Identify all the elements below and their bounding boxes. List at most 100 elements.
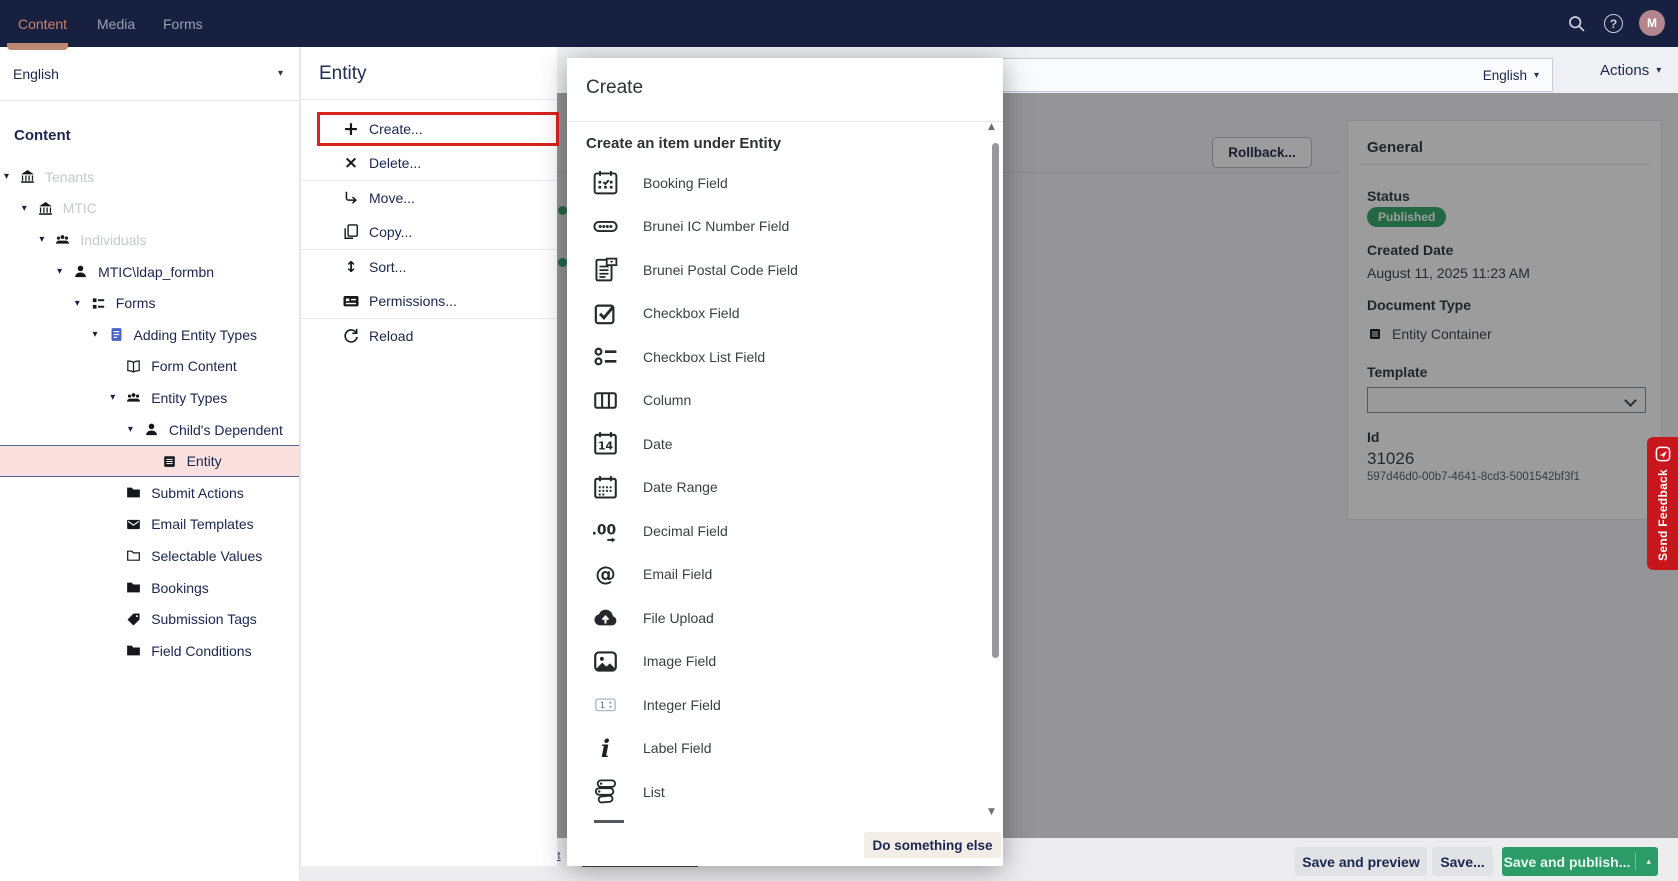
tree-item-bookings[interactable]: Bookings xyxy=(0,572,299,604)
tree-item-selectable-values[interactable]: Selectable Values xyxy=(0,540,299,572)
create-item-date[interactable]: 14Date xyxy=(567,422,1003,465)
tree-caret-icon[interactable]: ▾ xyxy=(75,298,90,309)
tree-item-label: MTIC\ldap_formbn xyxy=(98,264,214,280)
tag-icon xyxy=(125,611,142,628)
menu-item-label: Move... xyxy=(369,190,415,206)
tree-item-submit-actions[interactable]: Submit Actions xyxy=(0,477,299,509)
permissions-icon xyxy=(341,291,361,311)
menu-item-copy[interactable]: Copy... xyxy=(301,215,557,249)
copy-icon xyxy=(341,222,361,242)
umbraco-backoffice: ? M Content Media Forms English ▾ Actions … xyxy=(0,0,1678,881)
document-icon xyxy=(108,326,125,343)
user-avatar[interactable]: M xyxy=(1639,10,1665,36)
tree-item-adding-entity-types[interactable]: ▾Adding Entity Types xyxy=(0,319,299,351)
create-item-email-field[interactable]: @Email Field xyxy=(567,553,1003,596)
create-item-label-field[interactable]: iLabel Field xyxy=(567,727,1003,770)
italic-i-icon: i xyxy=(591,734,620,763)
create-item-label: Email Field xyxy=(643,566,712,582)
create-item-integer-field[interactable]: 1Integer Field xyxy=(567,683,1003,726)
tree-item-label: Submission Tags xyxy=(151,611,257,627)
create-item-decimal-field[interactable]: .00Decimal Field xyxy=(567,509,1003,552)
tree-item-individuals[interactable]: ▾Individuals xyxy=(0,224,299,256)
context-menu-group: +Create...×Delete... xyxy=(301,112,557,180)
tree-item-form-content[interactable]: Form Content xyxy=(0,351,299,383)
tree-caret-icon[interactable]: ▾ xyxy=(110,392,125,403)
variant-language-selector[interactable]: English ▾ xyxy=(1483,68,1552,83)
save-button[interactable]: Save... xyxy=(1432,847,1493,876)
menu-item-reload[interactable]: Reload xyxy=(301,319,557,353)
create-item-checkbox-list-field[interactable]: Checkbox List Field xyxy=(567,335,1003,378)
menu-item-move[interactable]: Move... xyxy=(301,181,557,215)
create-item-date-range[interactable]: Date Range xyxy=(567,466,1003,509)
decimal-icon: .00 xyxy=(591,516,620,545)
active-tab-indicator xyxy=(7,43,68,50)
tree-caret-icon[interactable]: ▾ xyxy=(128,424,143,435)
send-feedback-tab[interactable]: Send Feedback xyxy=(1647,437,1678,570)
scroll-up-icon[interactable]: ▲ xyxy=(988,122,995,132)
tree-caret-icon[interactable]: ▾ xyxy=(22,203,37,214)
chevron-down-icon: ▾ xyxy=(278,68,283,79)
top-nav: ? M Content Media Forms xyxy=(0,0,1678,47)
tree-item-label: Tenants xyxy=(45,169,94,185)
tree-item-label: Email Templates xyxy=(151,516,253,532)
tree-item-entity[interactable]: Entity xyxy=(0,445,299,477)
menu-item-permissions[interactable]: Permissions... xyxy=(301,284,557,318)
save-and-publish-button[interactable]: Save and publish...▴ xyxy=(1502,847,1658,876)
user-icon xyxy=(143,421,160,438)
tree-caret-icon[interactable]: ▾ xyxy=(4,171,19,182)
svg-text:14: 14 xyxy=(598,440,614,453)
tree-item-mtic[interactable]: ▾MTIC xyxy=(0,193,299,225)
tab-forms[interactable]: Forms xyxy=(163,0,203,47)
tree-item-child-s-dependent[interactable]: ▾Child's Dependent xyxy=(0,414,299,446)
do-something-else-button[interactable]: Do something else xyxy=(864,832,1001,858)
menu-item-delete[interactable]: ×Delete... xyxy=(301,146,557,180)
tree-item-label: Field Conditions xyxy=(151,643,251,659)
menu-item-label: Create... xyxy=(369,121,423,137)
tree-item-mtic-ldap-formbn[interactable]: ▾ MTIC\ldap_formbn xyxy=(0,256,299,288)
sidebar-language-dropdown[interactable]: English ▾ xyxy=(0,47,299,101)
actions-menu[interactable]: Actions ▾ xyxy=(1600,47,1661,93)
create-item-file-upload[interactable]: File Upload xyxy=(567,596,1003,639)
checkbox-list-icon xyxy=(591,342,620,371)
folder-icon xyxy=(125,484,142,501)
split-button-divider xyxy=(1635,853,1636,870)
help-icon[interactable]: ? xyxy=(1604,14,1623,33)
caret-up-icon[interactable]: ▴ xyxy=(1646,857,1651,867)
content-tree-sidebar: English ▾ Content ▾Tenants▾MTIC▾Individu… xyxy=(0,47,300,881)
create-item-label: Column xyxy=(643,392,691,408)
tree-item-field-conditions[interactable]: Field Conditions xyxy=(0,635,299,667)
create-item-label: Checkbox Field xyxy=(643,305,740,321)
create-item-image-field[interactable]: Image Field xyxy=(567,640,1003,683)
create-item-brunei-postal-code-field[interactable]: Brunei Postal Code Field xyxy=(567,248,1003,291)
tab-media[interactable]: Media xyxy=(97,0,135,47)
create-item-label: List xyxy=(643,784,665,800)
create-item-column[interactable]: Column xyxy=(567,379,1003,422)
context-menu-list: +Create...×Delete... Move... Copy...↕Sort.… xyxy=(301,112,557,353)
tree-item-forms[interactable]: ▾ Forms xyxy=(0,287,299,319)
tree-caret-icon[interactable]: ▾ xyxy=(57,266,72,277)
create-item-list[interactable]: List xyxy=(567,770,1003,813)
tree-caret-icon[interactable]: ▾ xyxy=(39,234,54,245)
menu-item-create[interactable]: +Create... xyxy=(301,112,557,146)
move-icon xyxy=(341,188,361,208)
create-item-booking-field[interactable]: Booking Field xyxy=(567,161,1003,204)
create-item-checkbox-field[interactable]: Checkbox Field xyxy=(567,292,1003,335)
doc-dropdown-icon xyxy=(591,255,620,284)
tab-content[interactable]: Content xyxy=(18,0,67,47)
chevron-down-icon: ▾ xyxy=(1534,70,1539,81)
save-and-preview-button[interactable]: Save and preview xyxy=(1295,847,1427,876)
search-icon[interactable] xyxy=(1566,13,1587,34)
tree-item-entity-types[interactable]: ▾Entity Types xyxy=(0,382,299,414)
tree-caret-icon[interactable]: ▾ xyxy=(93,329,108,340)
tree-item-submission-tags[interactable]: Submission Tags xyxy=(0,603,299,635)
create-item-brunei-ic-number-field[interactable]: Brunei IC Number Field xyxy=(567,205,1003,248)
menu-item-sort[interactable]: ↕Sort... xyxy=(301,250,557,284)
context-menu-panel: Entity +Create...×Delete...Move...Copy..… xyxy=(300,47,557,866)
integer-stepper-icon: 1 xyxy=(591,690,620,719)
tree-item-label: Forms xyxy=(116,295,156,311)
context-menu-group: ↕Sort...Permissions... xyxy=(301,249,557,318)
menu-item-label: Delete... xyxy=(369,155,421,171)
context-menu-group: Move... Copy... xyxy=(301,180,557,249)
tree-item-tenants[interactable]: ▾ Tenants xyxy=(0,161,299,193)
tree-item-email-templates[interactable]: Email Templates xyxy=(0,509,299,541)
